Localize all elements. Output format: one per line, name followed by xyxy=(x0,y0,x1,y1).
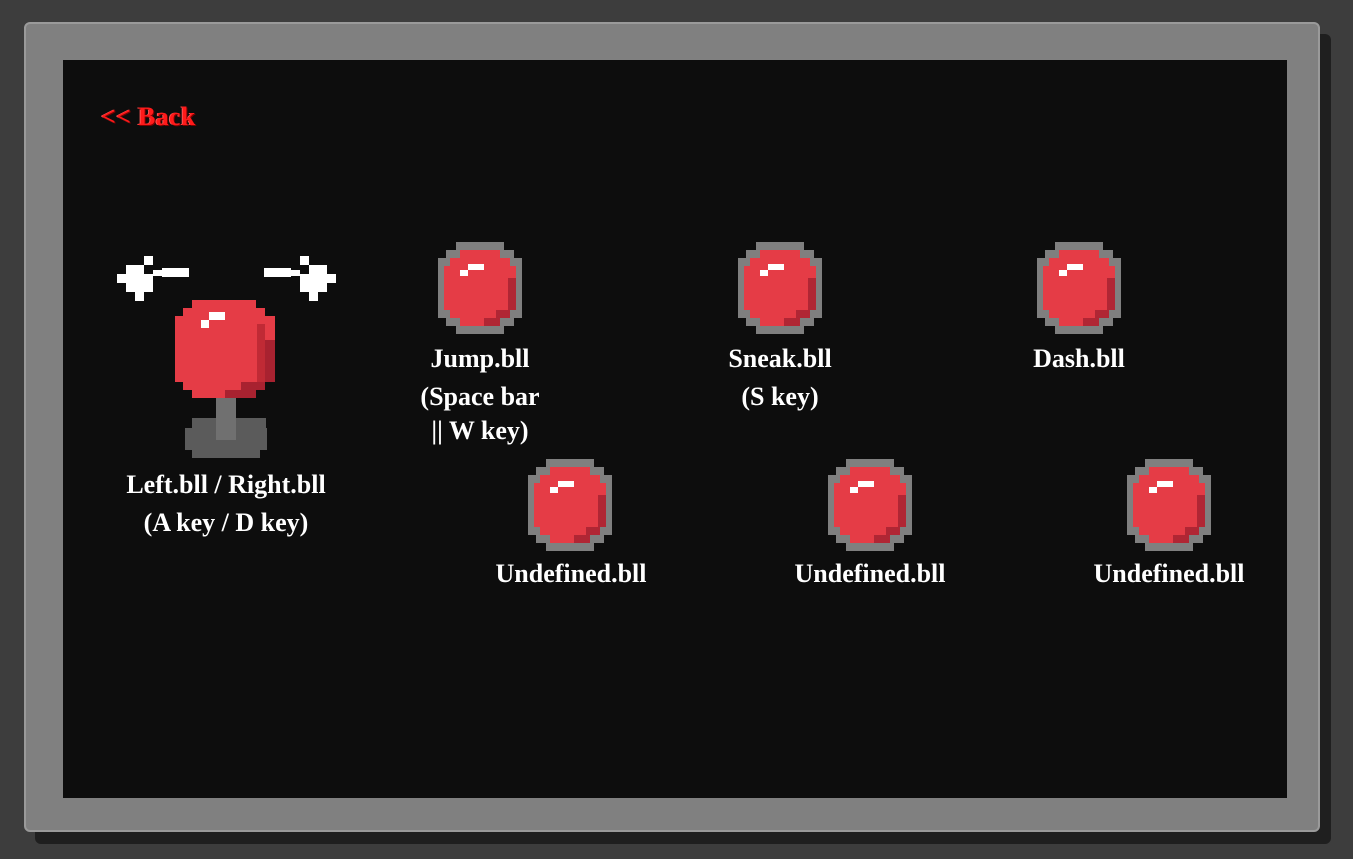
jump-label: Jump.bll (Space bar || W key) xyxy=(420,342,539,448)
jump-label-line2: (Space bar xyxy=(420,382,540,411)
jump-button[interactable] xyxy=(434,242,526,334)
red-orb-icon xyxy=(1127,459,1211,551)
undefined-label-3: Undefined.bll xyxy=(1094,557,1245,591)
undefined-button-2[interactable] xyxy=(824,459,916,551)
dash-label-line1: Dash.bll xyxy=(1033,344,1125,373)
undefined-label-2-text: Undefined.bll xyxy=(794,559,946,588)
red-orb-icon xyxy=(738,242,822,334)
dash-label: Dash.bll xyxy=(1033,342,1125,376)
arrow-left-icon xyxy=(117,256,189,302)
undefined-button-3[interactable] xyxy=(1123,459,1215,551)
red-orb-icon xyxy=(1037,242,1121,334)
joystick-label-line1: Left.bll / Right.bll xyxy=(126,470,326,499)
joystick-icon[interactable] xyxy=(175,300,279,460)
arrow-right-icon xyxy=(264,256,336,302)
undefined-label-3-text: Undefined.bll xyxy=(1093,559,1245,588)
red-orb-icon xyxy=(528,459,612,551)
red-orb-icon xyxy=(828,459,912,551)
undefined-button-1[interactable] xyxy=(524,459,616,551)
dash-button[interactable] xyxy=(1033,242,1125,334)
red-orb-icon xyxy=(438,242,522,334)
jump-label-line3: || W key) xyxy=(431,416,529,445)
joystick-label-line2: (A key / D key) xyxy=(143,508,309,537)
undefined-label-1: Undefined.bll xyxy=(496,557,647,591)
back-button[interactable]: << Back xyxy=(101,102,196,132)
undefined-label-2: Undefined.bll xyxy=(795,557,946,591)
sneak-label: Sneak.bll (S key) xyxy=(728,342,831,414)
sneak-button[interactable] xyxy=(734,242,826,334)
sneak-label-line1: Sneak.bll xyxy=(728,344,832,373)
sneak-label-line2: (S key) xyxy=(741,382,819,411)
undefined-label-1-text: Undefined.bll xyxy=(495,559,647,588)
joystick-label: Left.bll / Right.bll (A key / D key) xyxy=(126,468,325,540)
jump-label-line1: Jump.bll xyxy=(430,344,530,373)
